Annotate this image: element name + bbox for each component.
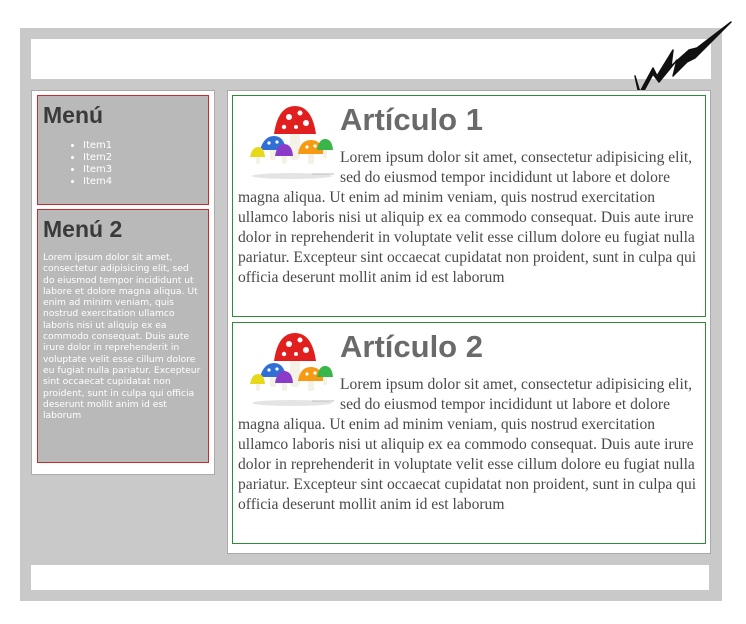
footer [31, 565, 709, 590]
mushrooms-icon [244, 102, 336, 180]
menu-box-1: Menú Item1 Item2 Item3 Item4 [37, 95, 209, 205]
menu-item-1[interactable]: Item1 [83, 140, 203, 152]
menu-2-text: Lorem ipsum dolor sit amet, consectetur … [43, 252, 201, 422]
menu-item-3[interactable]: Item3 [83, 164, 203, 176]
signature-logo-icon [634, 21, 732, 96]
menu-box-2: Menú 2 Lorem ipsum dolor sit amet, conse… [37, 209, 209, 463]
header [31, 21, 732, 96]
menu-1-title: Menú [43, 102, 104, 128]
main-content: Artículo 1 Lorem ipsum dolor sit amet, c… [227, 90, 711, 554]
article-1: Artículo 1 Lorem ipsum dolor sit amet, c… [232, 95, 706, 317]
page-container: Menú Item1 Item2 Item3 Item4 Menú 2 Lore… [20, 21, 732, 601]
menu-1-list: Item1 Item2 Item3 Item4 [43, 140, 203, 188]
sidebar: Menú Item1 Item2 Item3 Item4 Menú 2 Lore… [31, 90, 215, 475]
menu-item-2[interactable]: Item2 [83, 152, 203, 164]
mushrooms-icon [244, 329, 336, 407]
menu-item-4[interactable]: Item4 [83, 176, 203, 188]
article-2: Artículo 2 Lorem ipsum dolor sit amet, c… [232, 322, 706, 544]
menu-2-title: Menú 2 [43, 216, 123, 242]
